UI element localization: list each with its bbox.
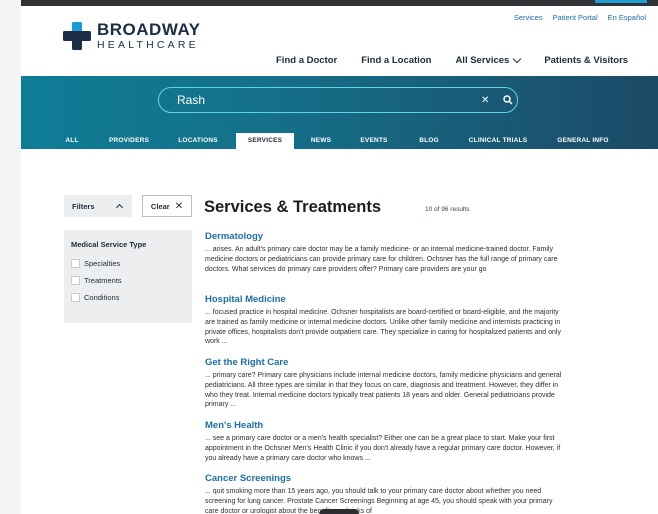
result-item: Dermatology ... arises. An adult's prima… (205, 231, 565, 274)
tab-services[interactable]: SERVICES (236, 133, 294, 149)
nav-patients-visitors[interactable]: Patients & Visitors (544, 55, 628, 66)
result-item: Men's Health ... see a primary care doct… (205, 420, 565, 463)
tab-providers[interactable]: PROVIDERS (103, 133, 155, 149)
utility-link-espanol[interactable]: En Español (608, 13, 646, 22)
tab-general-info[interactable]: GENERAL INFO (551, 133, 615, 149)
result-title-link[interactable]: Cancer Screenings (205, 473, 565, 484)
close-icon: ✕ (174, 200, 184, 212)
result-item: Hospital Medicine ... focused practice i… (205, 294, 565, 347)
page: Services Patient Portal En Español BROAD… (21, 0, 658, 514)
top-bar-accent (595, 0, 647, 3)
cross-logo-icon (63, 21, 91, 50)
results-tabs: ALL PROVIDERS LOCATIONS SERVICES NEWS EV… (21, 131, 658, 149)
scroll-indicator[interactable] (319, 509, 359, 514)
tab-events[interactable]: EVENTS (355, 133, 393, 149)
result-title-link[interactable]: Dermatology (205, 231, 565, 242)
nav-find-location[interactable]: Find a Location (361, 55, 431, 66)
tab-blog[interactable]: BLOG (414, 133, 444, 149)
search-hero: ✕ ALL PROVIDERS LOCATIONS SERVICES NEWS … (21, 76, 658, 149)
filter-option-specialties[interactable]: Specialties (71, 255, 192, 272)
nav-find-doctor[interactable]: Find a Doctor (276, 55, 337, 66)
result-snippet: ... primary care? Primary care physician… (205, 372, 562, 409)
filter-group-title: Medical Service Type (71, 240, 147, 249)
tab-clinical-trials[interactable]: CLINICAL TRIALS (462, 133, 534, 149)
logo[interactable]: BROADWAY HEALTHCARE (63, 21, 201, 51)
chevron-down-icon (513, 54, 522, 64)
utility-link-services[interactable]: Services (514, 13, 543, 22)
result-snippet: ... quit smoking more than 15 years ago,… (205, 488, 553, 514)
tab-all[interactable]: ALL (59, 133, 85, 149)
checkbox[interactable] (71, 259, 80, 268)
filters-toggle[interactable]: Filters (64, 195, 132, 217)
search-input[interactable] (175, 92, 459, 108)
filter-option-treatments[interactable]: Treatments (71, 272, 192, 289)
clear-filters-label: Clear (150, 201, 170, 211)
logo-wordmark: BROADWAY (97, 20, 201, 39)
utility-nav: Services Patient Portal En Español (514, 13, 646, 22)
clear-search-icon[interactable]: ✕ (481, 95, 489, 106)
result-title-link[interactable]: Hospital Medicine (205, 294, 565, 305)
filters-label: Filters (72, 201, 95, 211)
search-icon[interactable] (503, 95, 513, 105)
result-snippet: ... arises. An adult's primary care doct… (205, 246, 558, 273)
result-snippet: ... focused practice in hospital medicin… (205, 309, 561, 346)
chevron-up-icon (115, 203, 123, 211)
utility-link-patient-portal[interactable]: Patient Portal (553, 13, 598, 22)
result-title-link[interactable]: Get the Right Care (205, 357, 565, 368)
results-title: Services & Treatments (204, 198, 382, 216)
clear-filters-button[interactable]: Clear ✕ (142, 195, 192, 217)
filter-panel: Medical Service Type Specialties Treatme… (64, 230, 192, 323)
checkbox[interactable] (71, 293, 80, 302)
results-count: 10 of 96 results (425, 206, 470, 213)
logo-subtitle: HEALTHCARE (97, 39, 199, 51)
search-box: ✕ (158, 87, 518, 113)
result-item: Get the Right Care ... primary care? Pri… (205, 357, 565, 410)
checkbox[interactable] (71, 276, 80, 285)
result-snippet: ... see a primary care doctor or a men's… (205, 435, 561, 462)
result-item: Cancer Screenings ... quit smoking more … (205, 473, 565, 514)
nav-all-services[interactable]: All Services (455, 54, 522, 66)
filter-option-conditions[interactable]: Conditions (71, 289, 192, 306)
main-nav: Find a Doctor Find a Location All Servic… (276, 54, 628, 66)
top-bar (21, 0, 658, 6)
tab-locations[interactable]: LOCATIONS (173, 133, 223, 149)
tab-news[interactable]: NEWS (306, 133, 336, 149)
result-title-link[interactable]: Men's Health (205, 420, 565, 431)
